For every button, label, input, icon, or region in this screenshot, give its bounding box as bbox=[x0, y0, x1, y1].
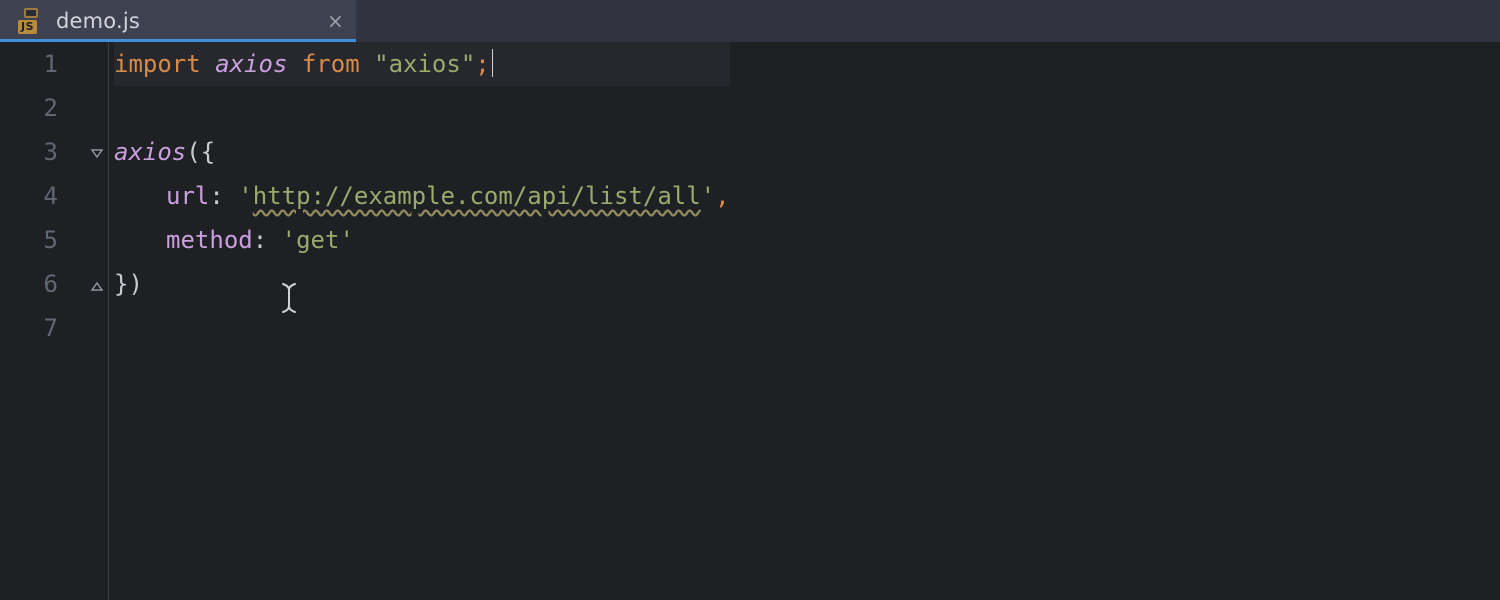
tab-bar: JS demo.js × bbox=[0, 0, 1500, 42]
fold-gutter bbox=[90, 42, 108, 600]
code-line[interactable]: import axios from "axios"; bbox=[114, 42, 730, 86]
text-caret bbox=[492, 49, 494, 77]
text-cursor-icon bbox=[280, 282, 298, 314]
fold-open-icon[interactable] bbox=[90, 146, 104, 160]
line-number: 3 bbox=[0, 130, 58, 174]
code-line[interactable] bbox=[114, 306, 730, 350]
tab-filename: demo.js bbox=[56, 9, 140, 33]
tab-demo-js[interactable]: JS demo.js × bbox=[0, 0, 356, 42]
url-link[interactable]: http://example.com/api/list/all bbox=[253, 182, 701, 210]
javascript-file-icon: JS bbox=[18, 10, 44, 32]
code-line[interactable]: axios({ bbox=[114, 130, 730, 174]
line-number: 1 bbox=[0, 42, 58, 86]
code-area[interactable]: import axios from "axios"; axios({ url: … bbox=[108, 42, 730, 600]
close-icon[interactable]: × bbox=[327, 11, 344, 31]
line-number: 5 bbox=[0, 218, 58, 262]
fold-close-icon[interactable] bbox=[90, 280, 104, 294]
code-line[interactable]: method: 'get' bbox=[114, 218, 730, 262]
line-number-gutter: 1 2 3 4 5 6 7 bbox=[0, 42, 90, 600]
code-line[interactable]: }) bbox=[114, 262, 730, 306]
line-number: 7 bbox=[0, 306, 58, 350]
line-number: 6 bbox=[0, 262, 58, 306]
code-line[interactable] bbox=[114, 86, 730, 130]
line-number: 2 bbox=[0, 86, 58, 130]
code-line[interactable]: url: 'http://example.com/api/list/all', bbox=[114, 174, 730, 218]
code-editor[interactable]: 1 2 3 4 5 6 7 import axios from "axios";… bbox=[0, 42, 1500, 600]
line-number: 4 bbox=[0, 174, 58, 218]
